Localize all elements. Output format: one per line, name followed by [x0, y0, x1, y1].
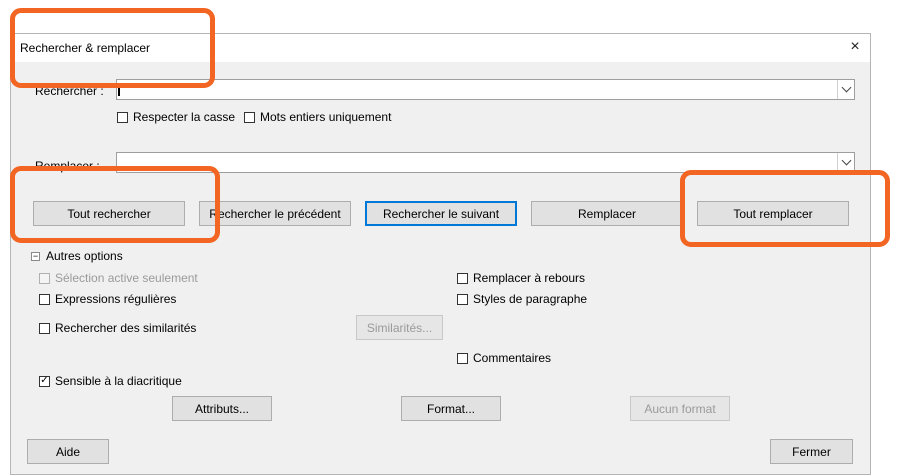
checkbox-box[interactable]: [457, 352, 468, 364]
close-button[interactable]: Fermer: [770, 439, 853, 464]
search-label: Rechercher :: [35, 84, 104, 98]
whole-words-checkbox[interactable]: Mots entiers uniquement: [244, 110, 391, 124]
attributes-button[interactable]: Attributs...: [172, 396, 272, 421]
replace-input[interactable]: [116, 152, 855, 173]
checkbox-box[interactable]: [39, 293, 50, 305]
similarity-label: Rechercher des similarités: [55, 321, 197, 335]
diacritic-checkbox[interactable]: ✓ Sensible à la diacritique: [39, 374, 182, 388]
replace-backwards-checkbox[interactable]: Remplacer à rebours: [457, 271, 585, 285]
paragraph-styles-checkbox[interactable]: Styles de paragraphe: [457, 292, 587, 306]
find-previous-button[interactable]: Rechercher le précédent: [199, 201, 351, 226]
document-background: __ ______ ___ __________ ______ ____: [0, 0, 897, 30]
current-selection-checkbox[interactable]: Sélection active seulement: [39, 271, 198, 285]
dialog-title: Rechercher & remplacer: [20, 41, 151, 55]
chevron-down-icon: [841, 155, 851, 166]
replace-button[interactable]: Remplacer: [531, 201, 683, 226]
other-options-expander[interactable]: − Autres options: [31, 249, 123, 263]
comments-checkbox[interactable]: Commentaires: [457, 351, 551, 365]
checkbox-box[interactable]: [457, 272, 468, 284]
other-options-header: Autres options: [46, 249, 123, 263]
document-text: __ ______ ___ __________ ______ ____: [30, 8, 382, 22]
checkbox-box[interactable]: [457, 293, 468, 305]
close-icon[interactable]: ×: [846, 36, 864, 58]
match-case-checkbox[interactable]: Respecter la casse: [117, 110, 235, 124]
search-input[interactable]: [116, 79, 855, 100]
match-case-label: Respecter la casse: [133, 110, 236, 124]
checkbox-box[interactable]: [39, 322, 50, 334]
collapse-icon[interactable]: −: [31, 251, 40, 261]
whole-words-label: Mots entiers uniquement: [260, 110, 392, 124]
checkbox-box[interactable]: [39, 272, 50, 284]
regex-label: Expressions régulières: [55, 292, 177, 306]
similarity-checkbox[interactable]: Rechercher des similarités: [39, 321, 196, 335]
find-next-button[interactable]: Rechercher le suivant: [365, 201, 517, 226]
replace-all-button[interactable]: Tout remplacer: [697, 201, 849, 226]
comments-label: Commentaires: [473, 351, 552, 365]
diacritic-label: Sensible à la diacritique: [55, 374, 182, 388]
replace-dropdown-button[interactable]: [837, 153, 854, 172]
similarities-button[interactable]: Similarités...: [356, 315, 443, 340]
format-button[interactable]: Format...: [401, 396, 501, 421]
text-cursor: [118, 83, 120, 96]
no-format-button[interactable]: Aucun format: [630, 396, 730, 421]
checkbox-box[interactable]: [244, 111, 255, 123]
checkbox-box[interactable]: [117, 111, 128, 123]
checkmark-icon[interactable]: ✓: [39, 375, 50, 387]
replace-backwards-label: Remplacer à rebours: [473, 271, 586, 285]
regex-checkbox[interactable]: Expressions régulières: [39, 292, 176, 306]
find-all-button[interactable]: Tout rechercher: [33, 201, 185, 226]
chevron-down-icon: [841, 82, 851, 93]
replace-label: Remplacer :: [35, 159, 100, 173]
search-dropdown-button[interactable]: [837, 80, 854, 99]
help-button[interactable]: Aide: [27, 439, 109, 464]
paragraph-styles-label: Styles de paragraphe: [473, 292, 588, 306]
current-selection-label: Sélection active seulement: [55, 271, 198, 285]
